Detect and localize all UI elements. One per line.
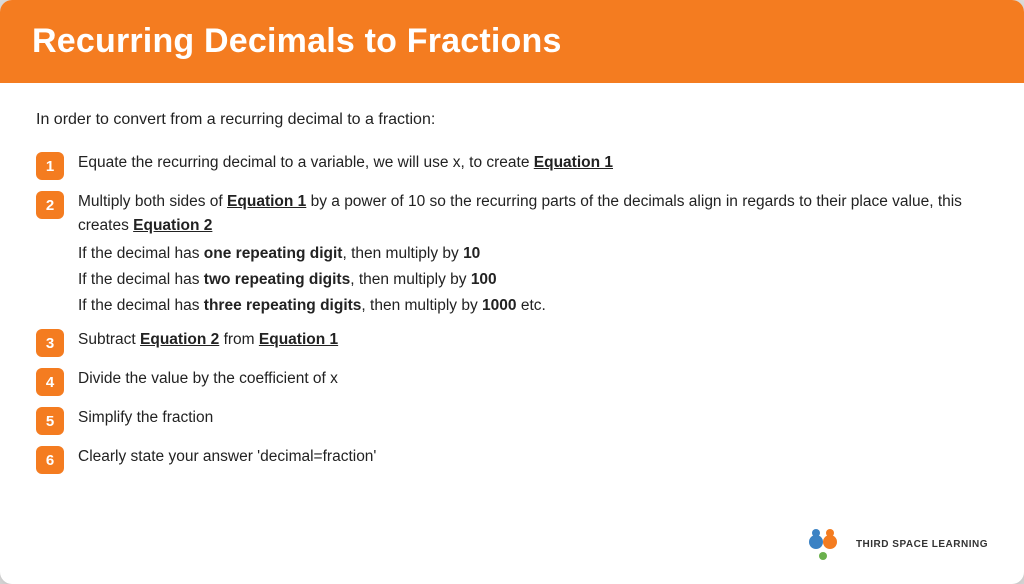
card: Recurring Decimals to Fractions In order…: [0, 0, 1024, 584]
step-text-1: Equate the recurring decimal to a variab…: [78, 151, 613, 175]
sub-line-2-1: If the decimal has one repeating digit, …: [78, 242, 988, 266]
step-badge-5: 5: [36, 407, 64, 435]
step-badge-4: 4: [36, 368, 64, 396]
intro-text: In order to convert from a recurring dec…: [36, 111, 988, 129]
step-text-6: Clearly state your answer 'decimal=fract…: [78, 445, 376, 469]
step-text-4: Divide the value by the coefficient of x: [78, 367, 338, 391]
step-text-3: Subtract Equation 2 from Equation 1: [78, 328, 338, 352]
step-item-1: 1 Equate the recurring decimal to a vari…: [36, 151, 988, 180]
step-item-2: 2 Multiply both sides of Equation 1 by a…: [36, 190, 988, 318]
page-title: Recurring Decimals to Fractions: [32, 22, 992, 61]
sub-lines-2: If the decimal has one repeating digit, …: [78, 242, 988, 318]
step-item-3: 3 Subtract Equation 2 from Equation 1: [36, 328, 988, 357]
tsl-logo-icon: [802, 522, 846, 566]
step-text-2: Multiply both sides of Equation 1 by a p…: [78, 190, 988, 318]
step-item-4: 4 Divide the value by the coefficient of…: [36, 367, 988, 396]
sub-line-2-3: If the decimal has three repeating digit…: [78, 294, 988, 318]
step-item-5: 5 Simplify the fraction: [36, 406, 988, 435]
step-badge-3: 3: [36, 329, 64, 357]
step-badge-1: 1: [36, 152, 64, 180]
steps-list: 1 Equate the recurring decimal to a vari…: [36, 151, 988, 474]
footer-logo: THIRD SPACE LEARNING: [0, 512, 1024, 584]
tsl-logo-text: THIRD SPACE LEARNING: [856, 538, 988, 551]
step-text-5: Simplify the fraction: [78, 406, 213, 430]
step-badge-2: 2: [36, 191, 64, 219]
sub-line-2-2: If the decimal has two repeating digits,…: [78, 268, 988, 292]
header: Recurring Decimals to Fractions: [0, 0, 1024, 83]
content-area: In order to convert from a recurring dec…: [0, 83, 1024, 512]
step-item-6: 6 Clearly state your answer 'decimal=fra…: [36, 445, 988, 474]
step-badge-6: 6: [36, 446, 64, 474]
